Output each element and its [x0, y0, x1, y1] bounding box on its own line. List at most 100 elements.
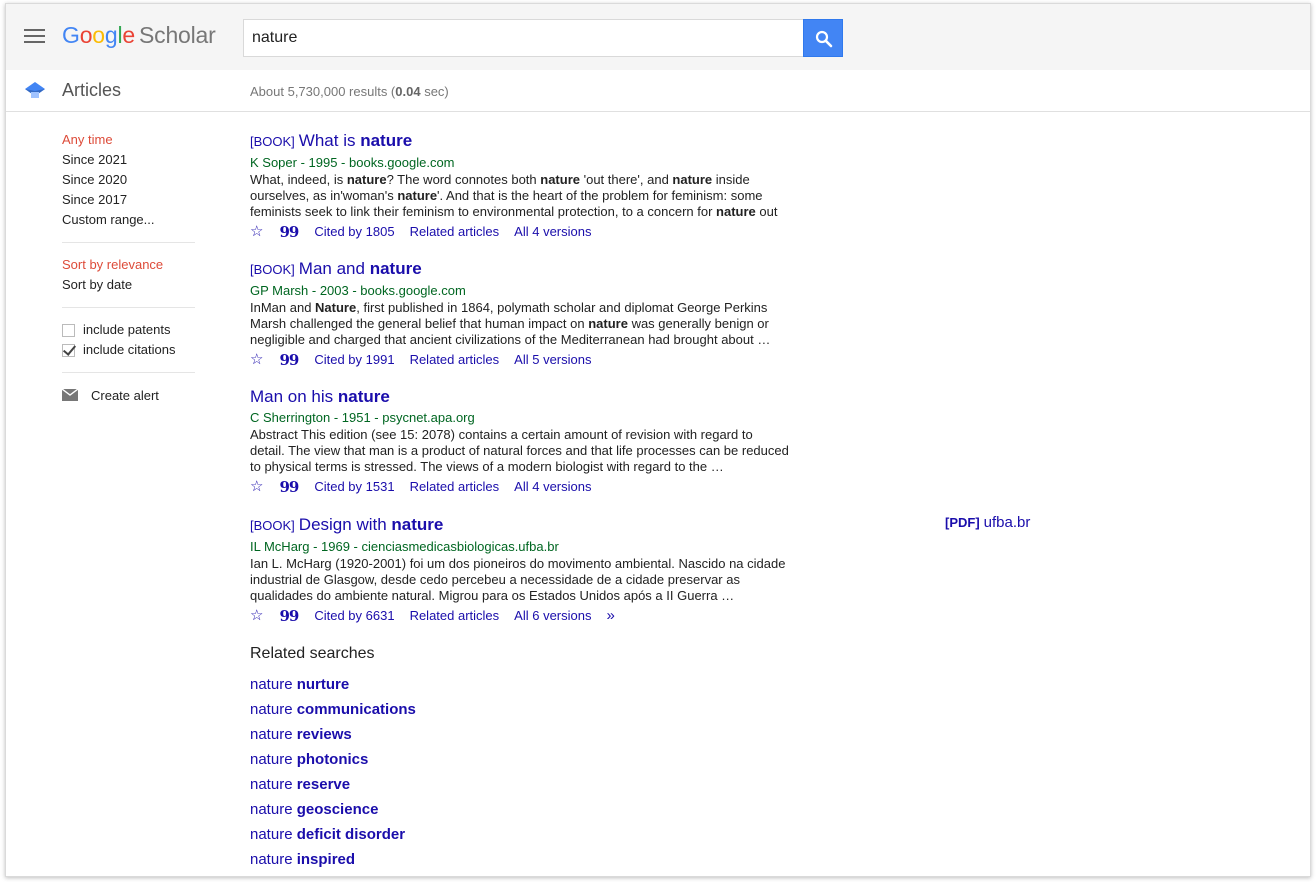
related-search-highlight: geoscience — [296, 801, 379, 818]
result-title-link[interactable]: [BOOK] What is nature — [250, 130, 1050, 153]
scholar-window: GoogleScholar Articles About 5,730,000 r… — [5, 3, 1311, 877]
all-versions-link[interactable]: All 4 versions — [514, 478, 591, 496]
search-button[interactable] — [803, 19, 843, 57]
result-actions: ☆ 99 Cited by 1531 Related articles All … — [250, 478, 1050, 496]
checkbox-box[interactable] — [62, 343, 75, 357]
cite-quote-icon[interactable]: 99 — [279, 224, 299, 240]
related-search-highlight: communications — [296, 701, 416, 718]
result-title-link[interactable]: [BOOK] Man and nature — [250, 258, 1050, 281]
related-search-link[interactable]: nature inspired — [250, 850, 416, 875]
create-alert-label: Create alert — [91, 387, 159, 403]
result-title-link[interactable]: [BOOK] Design with nature — [250, 514, 1050, 537]
result-title-text: Design with — [298, 515, 392, 534]
related-search-highlight: deficit disorder — [296, 826, 406, 843]
related-search-link[interactable]: nature photonics — [250, 750, 416, 775]
related-search-highlight: nurture — [296, 676, 350, 693]
results-count: About 5,730,000 results (0.04 sec) — [250, 84, 449, 99]
checkbox-box[interactable] — [62, 323, 75, 337]
related-search-term: nature — [250, 801, 297, 818]
checkbox-label: include citations — [83, 342, 176, 357]
result-snippet: Abstract This edition (see 15: 2078) con… — [250, 427, 789, 474]
pdf-link[interactable]: [PDF] ufba.br — [945, 514, 1030, 531]
filter-since-2017[interactable]: Since 2017 — [62, 190, 195, 210]
filter-custom-range[interactable]: Custom range... — [62, 210, 195, 230]
result-snippet: InMan and Nature, first published in 186… — [250, 300, 771, 347]
result-snippet: Ian L. McHarg (1920-2001) foi um dos pio… — [250, 556, 786, 603]
related-search-highlight: photonics — [296, 751, 369, 768]
search-input[interactable] — [244, 20, 803, 56]
section-title[interactable]: Articles — [62, 80, 121, 101]
result-item: Man on his nature C Sherrington - 1951 -… — [250, 386, 1050, 514]
hamburger-menu-icon[interactable] — [24, 29, 45, 44]
results-list: [BOOK] What is nature K Soper - 1995 - bo… — [250, 130, 1050, 642]
related-search-link[interactable]: nature deficit disorder — [250, 825, 416, 850]
result-type-tag: [BOOK] — [250, 518, 295, 533]
related-search-term: nature — [250, 676, 297, 693]
logo-letter: g — [104, 22, 118, 48]
cited-by-link[interactable]: Cited by 6631 — [314, 607, 394, 625]
sort-by-relevance[interactable]: Sort by relevance — [62, 255, 195, 275]
result-type-tag: [BOOK] — [250, 134, 295, 149]
results-count-suffix: sec) — [420, 84, 449, 99]
cited-by-link[interactable]: Cited by 1531 — [314, 478, 394, 496]
related-articles-link[interactable]: Related articles — [410, 223, 500, 241]
result-title-highlight: nature — [360, 131, 413, 150]
related-search-link[interactable]: nature geoscience — [250, 800, 416, 825]
result-meta: IL McHarg - 1969 - cienciasmedicasbiolog… — [250, 539, 559, 554]
divider — [62, 242, 195, 243]
pdf-tag: [PDF] — [945, 515, 980, 530]
result-item: [BOOK] Man and nature GP Marsh - 2003 - b… — [250, 258, 1050, 386]
cited-by-link[interactable]: Cited by 1805 — [314, 223, 394, 241]
result-title-text: What is — [298, 131, 361, 150]
sort-by-date[interactable]: Sort by date — [62, 275, 195, 295]
filter-sidebar: Any time Since 2021 Since 2020 Since 201… — [62, 130, 195, 405]
result-actions: ☆ 99 Cited by 1991 Related articles All … — [250, 351, 1050, 369]
cite-quote-icon[interactable]: 99 — [279, 479, 299, 495]
related-search-link[interactable]: nature reviews — [250, 725, 416, 750]
save-star-icon[interactable]: ☆ — [250, 479, 263, 495]
result-title-highlight: nature — [369, 259, 422, 278]
result-title-link[interactable]: Man on his nature — [250, 386, 1050, 408]
filter-since-2020[interactable]: Since 2020 — [62, 170, 195, 190]
all-versions-link[interactable]: All 6 versions — [514, 607, 591, 625]
cited-by-link[interactable]: Cited by 1991 — [314, 351, 394, 369]
related-search-highlight: reviews — [296, 726, 352, 743]
include-citations-checkbox[interactable]: include citations — [62, 340, 195, 360]
results-count-prefix: About 5,730,000 results ( — [250, 84, 396, 99]
related-search-term: nature — [250, 826, 297, 843]
related-search-link[interactable]: nature nurture — [250, 675, 416, 700]
include-patents-checkbox[interactable]: include patents — [62, 320, 195, 340]
related-search-link[interactable]: nature communications — [250, 700, 416, 725]
related-search-link[interactable]: nature reserve — [250, 775, 416, 800]
result-type-tag: [BOOK] — [250, 262, 295, 277]
checkbox-label: include patents — [83, 322, 171, 337]
result-meta: C Sherrington - 1951 - psycnet.apa.org — [250, 410, 475, 425]
divider — [62, 372, 195, 373]
save-star-icon[interactable]: ☆ — [250, 352, 263, 368]
save-star-icon[interactable]: ☆ — [250, 224, 263, 240]
filter-any-time[interactable]: Any time — [62, 130, 195, 150]
save-star-icon[interactable]: ☆ — [250, 608, 263, 624]
related-articles-link[interactable]: Related articles — [410, 351, 500, 369]
cite-quote-icon[interactable]: 99 — [279, 608, 299, 624]
logo-letter: e — [122, 22, 135, 48]
create-alert-button[interactable]: Create alert — [62, 385, 195, 405]
double-chevron-icon[interactable]: » — [606, 608, 614, 624]
related-articles-link[interactable]: Related articles — [410, 478, 500, 496]
result-item: [BOOK] What is nature K Soper - 1995 - bo… — [250, 130, 1050, 258]
divider — [62, 307, 195, 308]
mail-icon — [62, 389, 78, 401]
result-title-highlight: nature — [337, 387, 390, 406]
filter-since-2021[interactable]: Since 2021 — [62, 150, 195, 170]
all-versions-link[interactable]: All 5 versions — [514, 351, 591, 369]
logo-product: Scholar — [139, 22, 216, 48]
related-search-term: nature — [250, 701, 297, 718]
google-scholar-logo[interactable]: Google Scholar — [62, 22, 216, 49]
related-search-highlight: reserve — [296, 776, 351, 793]
result-meta: GP Marsh - 2003 - books.google.com — [250, 283, 466, 298]
result-actions: ☆ 99 Cited by 1805 Related articles All … — [250, 223, 1050, 241]
related-articles-link[interactable]: Related articles — [410, 607, 500, 625]
cite-quote-icon[interactable]: 99 — [279, 352, 299, 368]
all-versions-link[interactable]: All 4 versions — [514, 223, 591, 241]
related-search-term: nature — [250, 776, 297, 793]
